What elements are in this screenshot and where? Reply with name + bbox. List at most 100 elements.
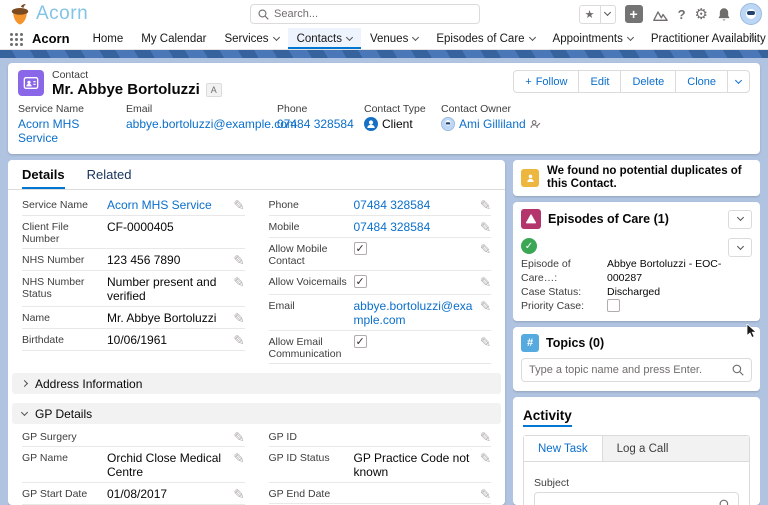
edit-pencil-icon[interactable]: ✎ xyxy=(233,275,244,291)
edit-pencil-icon[interactable]: ✎ xyxy=(480,198,491,214)
duplicates-message: We found no potential duplicates of this… xyxy=(547,165,752,191)
edit-pencil-icon[interactable]: ✎ xyxy=(480,430,491,446)
topics-title: Topics (0) xyxy=(546,336,604,350)
edit-pencil-icon[interactable]: ✎ xyxy=(233,451,244,467)
help-icon[interactable]: ? xyxy=(678,7,686,22)
search-icon xyxy=(719,499,731,505)
nav-item-my-calendar[interactable]: My Calendar xyxy=(132,28,215,49)
episodes-of-care-title: Episodes of Care (1) xyxy=(548,212,669,226)
nav-item-episodes-of-care[interactable]: Episodes of Care xyxy=(427,28,543,49)
delete-button[interactable]: Delete xyxy=(620,70,676,93)
trailhead-icon[interactable] xyxy=(652,7,669,22)
highlight-label: Contact Type xyxy=(364,103,431,115)
field-mobile-link[interactable]: 07484 328584 xyxy=(354,220,431,234)
field-row-gp-name: GP Name Orchid Close Medical Centre ✎ xyxy=(22,447,245,483)
field-row-gp-id-status: GP ID Status GP Practice Code not known … xyxy=(269,447,492,483)
edit-pencil-icon[interactable]: ✎ xyxy=(480,220,491,236)
nav-item-services[interactable]: Services xyxy=(215,28,287,49)
duplicates-alert: We found no potential duplicates of this… xyxy=(513,160,760,196)
tab-log-a-call[interactable]: Log a Call xyxy=(603,436,683,461)
search-icon xyxy=(732,364,744,376)
user-avatar[interactable] xyxy=(740,3,762,25)
edit-pencil-icon[interactable]: ✎ xyxy=(480,242,491,258)
subject-field-wrap xyxy=(534,492,739,505)
episode-field-row: Priority Case: xyxy=(521,299,752,313)
topics-hash-icon: # xyxy=(521,334,539,352)
topics-card: # Topics (0) xyxy=(513,327,760,391)
tab-new-task[interactable]: New Task xyxy=(524,436,603,461)
chevron-down-icon xyxy=(735,76,742,83)
search-icon xyxy=(258,9,269,20)
episode-field-row: Case Status: Discharged xyxy=(521,285,752,299)
favorites-dropdown-button[interactable] xyxy=(601,5,616,24)
edit-button[interactable]: Edit xyxy=(578,70,621,93)
nav-item-appointments[interactable]: Appointments xyxy=(544,28,642,49)
tab-related[interactable]: Related xyxy=(87,160,132,189)
nav-item-home[interactable]: Home xyxy=(84,28,133,49)
chevron-down-icon xyxy=(273,33,280,40)
episode-field-row: Episode of Care…: Abbye Bortoluzzi - EOC… xyxy=(521,257,752,285)
edit-pencil-icon[interactable]: ✎ xyxy=(480,335,491,351)
plus-icon: + xyxy=(525,76,531,88)
field-phone-link[interactable]: 07484 328584 xyxy=(354,198,431,212)
field-row-gp-id: GP ID ✎ xyxy=(269,426,492,447)
phone-link[interactable]: 07484 328584 xyxy=(277,117,354,131)
global-header: Acorn ★ + ? ⚙ xyxy=(0,0,768,28)
field-row-allow-email-communication: Allow Email Communication ✎ xyxy=(269,331,492,364)
edit-pencil-icon[interactable]: ✎ xyxy=(480,451,491,467)
follow-button[interactable]: +Follow xyxy=(513,70,579,93)
episode-status-check-icon: ✓ xyxy=(521,238,537,254)
favorite-star-icon[interactable]: ★ xyxy=(579,5,601,24)
name-pronunciation-badge[interactable]: A xyxy=(206,83,222,97)
section-address-information[interactable]: Address Information xyxy=(12,373,501,394)
edit-pencil-icon[interactable]: ✎ xyxy=(233,311,244,327)
duplicates-icon xyxy=(521,169,539,187)
app-name: Acorn xyxy=(32,28,84,49)
episodes-of-care-card: Episodes of Care (1) ✓ Episode of Care…:… xyxy=(513,202,760,321)
topics-input[interactable] xyxy=(529,364,726,376)
nav-item-contacts[interactable]: Contacts xyxy=(288,28,361,49)
field-row-mobile: Mobile 07484 328584 ✎ xyxy=(269,216,492,238)
clone-button[interactable]: Clone xyxy=(675,70,728,93)
setup-gear-icon[interactable]: ⚙ xyxy=(695,5,708,23)
edit-pencil-icon[interactable]: ✎ xyxy=(480,487,491,503)
checkbox xyxy=(354,335,367,348)
tab-details[interactable]: Details xyxy=(22,160,65,189)
contact-owner-link[interactable]: Ami Gilliland xyxy=(459,117,526,131)
global-search[interactable] xyxy=(250,4,480,24)
app-launcher-icon[interactable] xyxy=(0,28,32,49)
mouse-cursor xyxy=(746,324,758,339)
edit-pencil-icon[interactable]: ✎ xyxy=(233,198,244,214)
field-service-name-link[interactable]: Acorn MHS Service xyxy=(107,198,212,212)
client-type-icon xyxy=(364,117,378,131)
nav-item-venues[interactable]: Venues xyxy=(361,28,427,49)
owner-avatar xyxy=(441,117,455,131)
edit-pencil-icon[interactable]: ✎ xyxy=(480,299,491,315)
edit-pencil-icon[interactable]: ✎ xyxy=(233,253,244,269)
episode-link[interactable]: Abbye Bortoluzzi - EOC-000287 xyxy=(607,257,752,285)
chevron-right-icon xyxy=(21,380,28,387)
service-name-link[interactable]: Acorn MHS Service xyxy=(18,117,116,145)
section-gp-details[interactable]: GP Details xyxy=(12,403,501,424)
edit-pencil-icon[interactable]: ✎ xyxy=(233,333,244,349)
field-email-link[interactable]: abbye.bortoluzzi@example.com xyxy=(354,299,473,327)
global-actions-icon[interactable]: + xyxy=(625,5,643,23)
global-search-input[interactable] xyxy=(274,8,472,20)
tab-activity[interactable]: Activity xyxy=(523,408,572,427)
notification-bell-icon[interactable] xyxy=(717,7,731,22)
edit-pencil-icon[interactable]: ✎ xyxy=(233,430,244,446)
edit-pencil-icon[interactable]: ✎ xyxy=(480,275,491,291)
episode-row-dropdown-button[interactable] xyxy=(728,238,752,257)
edit-pencil-icon[interactable]: ✎ xyxy=(233,487,244,503)
subject-input[interactable] xyxy=(542,499,719,505)
field-row-email: Email abbye.bortoluzzi@example.com ✎ xyxy=(269,295,492,331)
topics-input-wrap xyxy=(521,358,752,382)
highlight-label: Service Name xyxy=(18,103,116,115)
highlight-label: Contact Owner xyxy=(441,103,541,115)
edit-nav-pencil-icon[interactable]: ✎ xyxy=(749,32,758,45)
email-link[interactable]: abbye.bortoluzzi@example.com xyxy=(126,117,297,131)
change-owner-icon[interactable] xyxy=(530,119,541,130)
episodes-card-dropdown-button[interactable] xyxy=(728,210,752,229)
more-actions-dropdown-button[interactable] xyxy=(727,70,750,93)
highlight-label: Phone xyxy=(277,103,354,115)
